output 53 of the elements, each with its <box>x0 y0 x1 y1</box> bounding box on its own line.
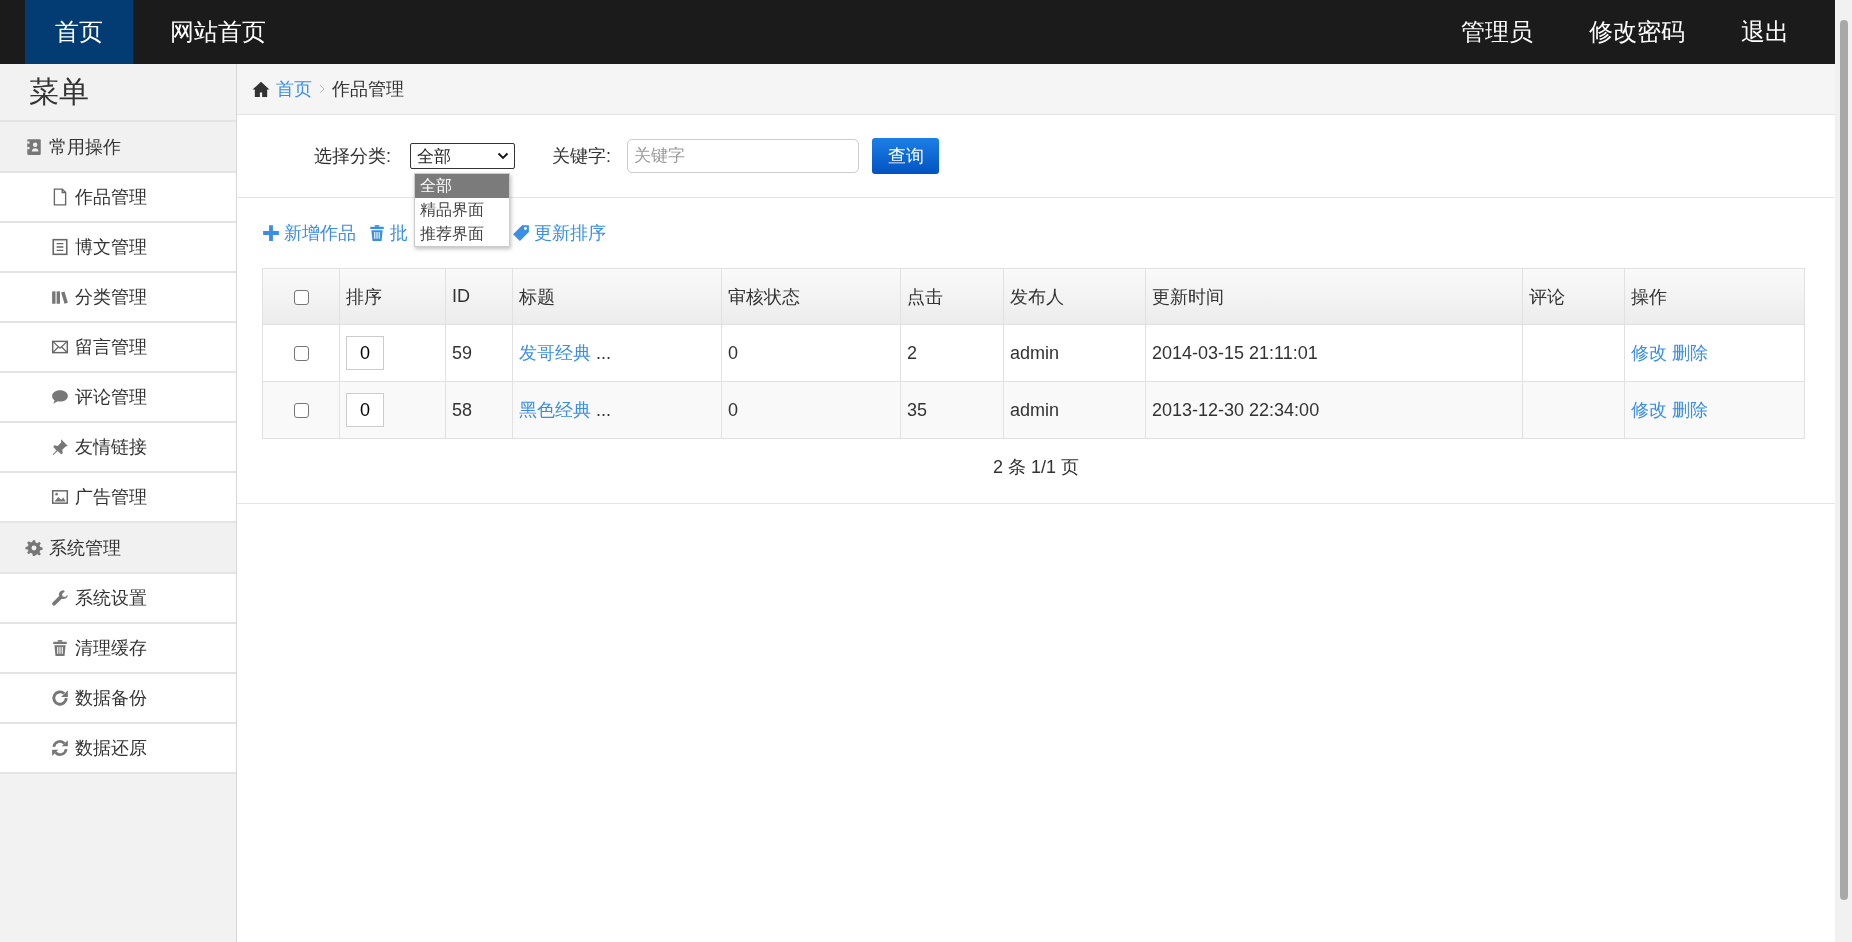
sidebar-item[interactable]: 评论管理 <box>0 371 236 421</box>
toolbar-link[interactable]: 批 <box>368 221 408 245</box>
ellipsis-text: ... <box>596 400 612 420</box>
category-label: 选择分类: <box>314 145 391 168</box>
nav-link[interactable]: 管理员 <box>1461 0 1533 64</box>
column-header: 排序 <box>339 268 446 325</box>
table-cell: 35 <box>900 381 1004 439</box>
column-header: ID <box>445 268 513 325</box>
sidebar-item[interactable]: 作品管理 <box>0 171 236 221</box>
breadcrumb-current: 作品管理 <box>332 78 404 101</box>
sidebar-item[interactable]: 分类管理 <box>0 271 236 321</box>
sidebar-item[interactable]: 友情链接 <box>0 421 236 471</box>
column-header: 评论 <box>1522 268 1625 325</box>
table-cell: 0 <box>721 324 901 382</box>
sidebar-item[interactable]: 数据备份 <box>0 672 236 722</box>
column-header: 标题 <box>512 268 722 325</box>
table-cell: 2014-03-15 21:11:01 <box>1145 324 1523 382</box>
action-link[interactable]: 修改 <box>1631 343 1667 363</box>
table-cell: admin <box>1003 381 1146 439</box>
pagination-text: 2 条 1/1 页 <box>991 456 1080 479</box>
sort-field[interactable]: 0 <box>346 393 384 427</box>
column-header: 更新时间 <box>1145 268 1523 325</box>
sidebar-item[interactable]: 系统设置 <box>0 572 236 622</box>
keyword-field[interactable]: 关键字 <box>627 139 860 173</box>
table-cell: 59 <box>445 324 513 382</box>
sidebar-item[interactable]: 留言管理 <box>0 321 236 371</box>
search-button[interactable]: 查询 <box>872 138 940 174</box>
ellipsis-text: ... <box>596 343 612 363</box>
table-cell: admin <box>1003 324 1146 382</box>
column-header: 审核状态 <box>721 268 901 325</box>
table-cell: 2013-12-30 22:34:00 <box>1145 381 1523 439</box>
keyword-label: 关键字: <box>552 145 612 168</box>
nav-tab[interactable]: 网站首页 <box>133 0 303 64</box>
column-header: 点击 <box>900 268 1004 325</box>
sidebar-item[interactable]: 广告管理 <box>0 471 236 521</box>
table-cell: 0 <box>721 381 901 439</box>
dropdown-option[interactable]: 精品界面 <box>415 198 509 222</box>
toolbar-link[interactable]: 更新排序 <box>512 221 606 245</box>
menu-title: 菜单 <box>28 73 90 110</box>
table-cell: 58 <box>445 381 513 439</box>
sidebar-item[interactable]: 博文管理 <box>0 221 236 271</box>
nav-tab[interactable]: 首页 <box>25 0 133 64</box>
sort-field[interactable]: 0 <box>346 336 384 370</box>
dropdown-option[interactable]: 推荐界面 <box>415 222 509 246</box>
column-header: 操作 <box>1624 268 1805 325</box>
category-select[interactable]: 全部 <box>410 143 515 169</box>
nav-link[interactable]: 修改密码 <box>1589 0 1685 64</box>
nav-link[interactable]: 退出 <box>1741 0 1789 64</box>
table-cell: 2 <box>900 324 1004 382</box>
sidebar-item[interactable]: 清理缓存 <box>0 622 236 672</box>
sidebar-item[interactable]: 数据还原 <box>0 722 236 774</box>
dropdown-option[interactable]: 全部 <box>415 174 509 198</box>
column-header: 发布人 <box>1003 268 1146 325</box>
